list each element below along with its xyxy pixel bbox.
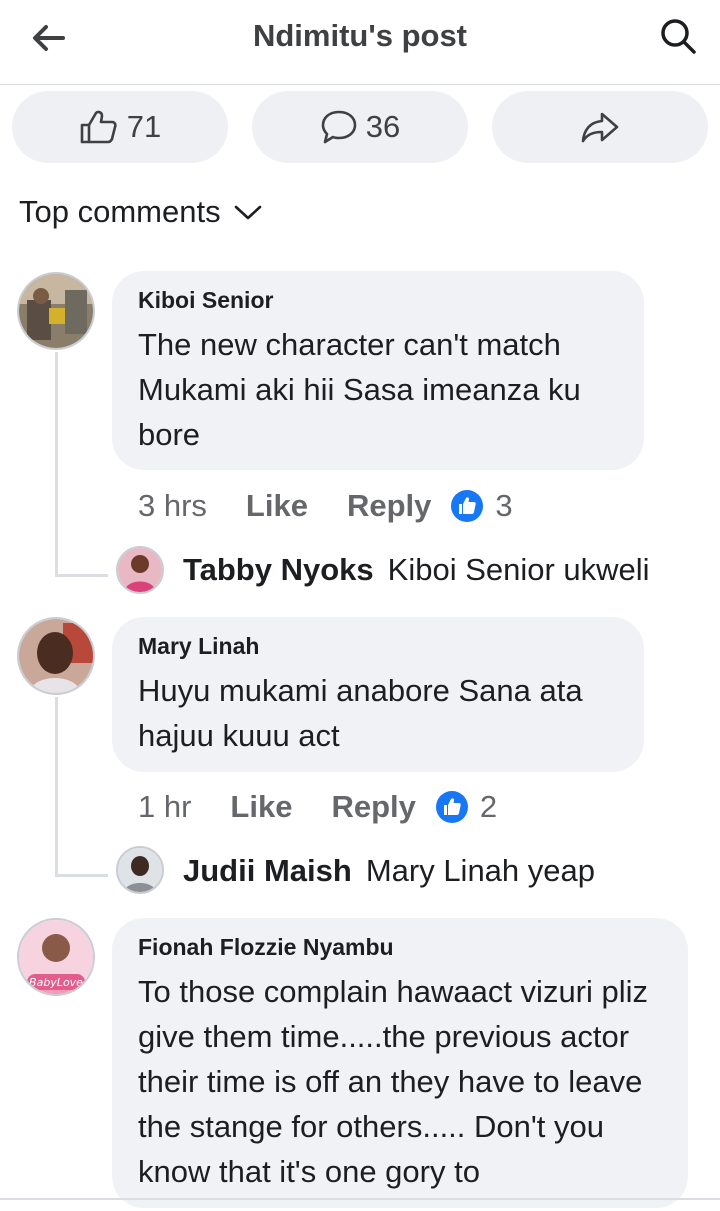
- bottom-divider: [0, 1198, 720, 1200]
- avatar[interactable]: [17, 272, 95, 350]
- share-icon: [581, 112, 619, 143]
- reaction-count: 3: [495, 488, 513, 523]
- reply-author[interactable]: Judii Maish: [183, 853, 352, 889]
- comment-reply-button[interactable]: Reply: [347, 488, 431, 524]
- comment-time[interactable]: 3 hrs: [138, 488, 207, 524]
- avatar-photo: [118, 848, 162, 892]
- avatar-photo: [118, 548, 162, 592]
- comment-button[interactable]: 36: [252, 91, 468, 163]
- reaction-summary[interactable]: 3: [451, 488, 513, 524]
- avatar-photo: BabyLove: [19, 920, 93, 994]
- comment-meta: 1 hr Like Reply 2: [138, 789, 497, 825]
- share-button[interactable]: [492, 91, 708, 163]
- thread-line: [55, 697, 58, 877]
- avatar-photo: [19, 274, 93, 348]
- comment-meta: 3 hrs Like Reply 3: [138, 488, 513, 524]
- comment-text: Huyu mukami anabore Sana ata hajuu kuuu …: [138, 673, 583, 753]
- comment-reply-button[interactable]: Reply: [331, 789, 415, 825]
- like-count: 71: [126, 109, 162, 144]
- thread-line: [55, 352, 58, 577]
- like-button[interactable]: 71: [12, 91, 228, 163]
- like-reaction-icon: [435, 791, 468, 823]
- comment-author[interactable]: Fionah Flozzie Nyambu: [138, 934, 662, 961]
- avatar-logo-text: BabyLove: [29, 976, 83, 989]
- comment-text: To those complain hawaact vizuri pliz gi…: [138, 974, 649, 1189]
- comment-icon: [321, 110, 357, 144]
- comment-sort-dropdown[interactable]: Top comments: [19, 194, 263, 230]
- reply-item[interactable]: Judii Maish Mary Linah yeap: [183, 853, 595, 889]
- comment-bubble[interactable]: Fionah Flozzie Nyambu To those complain …: [112, 918, 688, 1208]
- comment-bubble[interactable]: Mary Linah Huyu mukami anabore Sana ata …: [112, 617, 644, 772]
- reaction-summary[interactable]: 2: [435, 789, 498, 825]
- avatar-photo: [19, 619, 93, 693]
- comment-count: 36: [365, 109, 401, 144]
- reaction-count: 2: [479, 789, 498, 824]
- avatar[interactable]: BabyLove: [17, 918, 95, 996]
- reply-item[interactable]: Tabby Nyoks Kiboi Senior ukweli: [183, 552, 650, 588]
- sort-label: Top comments: [19, 194, 221, 229]
- comment-like-button[interactable]: Like: [230, 789, 292, 825]
- comment-author[interactable]: Kiboi Senior: [138, 287, 618, 314]
- thread-line: [55, 574, 108, 577]
- search-button[interactable]: [656, 14, 700, 58]
- reply-text: Mary Linah yeap: [365, 853, 595, 888]
- comment-author[interactable]: Mary Linah: [138, 633, 618, 660]
- avatar[interactable]: [116, 846, 164, 894]
- avatar[interactable]: [116, 546, 164, 594]
- comment-time[interactable]: 1 hr: [138, 789, 191, 825]
- reply-text: Kiboi Senior ukweli: [387, 552, 650, 587]
- thread-line: [55, 874, 108, 877]
- thumbs-up-icon: [80, 110, 117, 144]
- comment-like-button[interactable]: Like: [246, 488, 308, 524]
- post-actions: 71 36: [12, 91, 708, 163]
- comment-text: The new character can't match Mukami aki…: [138, 327, 581, 452]
- top-bar: Ndimitu's post: [0, 0, 720, 85]
- page-title: Ndimitu's post: [252, 18, 468, 53]
- like-reaction-icon: [451, 490, 484, 522]
- search-icon: [661, 19, 696, 54]
- comment-bubble[interactable]: Kiboi Senior The new character can't mat…: [112, 271, 644, 470]
- avatar[interactable]: [17, 617, 95, 695]
- reply-author[interactable]: Tabby Nyoks: [183, 552, 374, 588]
- chevron-down-icon: [234, 205, 261, 220]
